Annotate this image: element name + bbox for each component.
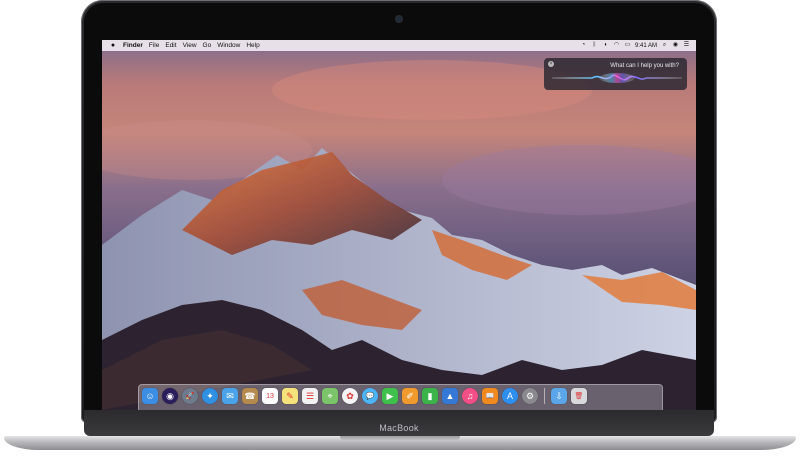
reminders-icon[interactable]: ☰ [302, 388, 318, 404]
notes-icon[interactable]: ✎ [282, 388, 298, 404]
battery-icon[interactable]: ▭ [624, 42, 631, 49]
keynote-icon[interactable]: ▲ [442, 388, 458, 404]
dock-separator [544, 388, 545, 404]
menu-clock[interactable]: 9:41 AM [635, 43, 657, 49]
mail-icon[interactable]: ✉ [222, 388, 238, 404]
mountain-wallpaper [102, 40, 696, 410]
app-store-icon[interactable]: A [502, 388, 518, 404]
menu-edit[interactable]: Edit [165, 42, 176, 49]
menu-app-name[interactable]: Finder [123, 42, 143, 49]
siri-icon[interactable]: ◉ [162, 388, 178, 404]
bluetooth-icon[interactable]: ᛒ [591, 42, 598, 49]
calendar-icon[interactable]: 13 [262, 388, 278, 404]
notification-center-icon[interactable]: ☰ [683, 42, 690, 49]
numbers-icon[interactable]: ▮ [422, 388, 438, 404]
menu-window[interactable]: Window [217, 42, 240, 49]
lid-notch [340, 436, 460, 441]
apple-icon[interactable]: ● [109, 42, 117, 49]
battery-charging-icon[interactable]: ◔ [580, 42, 587, 49]
system-preferences-icon[interactable]: ⚙ [522, 388, 538, 404]
maps-icon[interactable]: ⌖ [322, 388, 338, 404]
siri-waveform-icon [552, 73, 682, 83]
screen: ● Finder File Edit View Go Window Help ◔… [102, 40, 696, 410]
itunes-icon[interactable]: ♫ [462, 388, 478, 404]
menu-help[interactable]: Help [246, 42, 259, 49]
brand-label: MacBook [379, 423, 419, 433]
menu-file[interactable]: File [149, 42, 159, 49]
downloads-folder-icon[interactable]: ⇩ [551, 388, 567, 404]
menu-go[interactable]: Go [203, 42, 212, 49]
trash-icon[interactable]: 🗑 [571, 388, 587, 404]
pages-icon[interactable]: ✐ [402, 388, 418, 404]
spotlight-search-icon[interactable]: ⌕ [661, 42, 668, 49]
menu-bar: ● Finder File Edit View Go Window Help ◔… [102, 40, 696, 51]
launchpad-icon[interactable]: 🚀 [182, 388, 198, 404]
wifi-icon[interactable]: ◠ [613, 42, 620, 49]
messages-icon[interactable]: 💬 [362, 388, 378, 404]
safari-icon[interactable]: ✦ [202, 388, 218, 404]
dock: ☺ ◉ 🚀 ✦ ✉ ☎ 13 ✎ ☰ ⌖ ✿ 💬 ▶ ✐ ▮ ▲ ♫ 📖 A ⚙ ⇩ 🗑 [138, 384, 663, 410]
finder-icon[interactable]: ☺ [142, 388, 158, 404]
photos-icon[interactable]: ✿ [342, 388, 358, 404]
siri-panel: × What can I help you with? [544, 58, 687, 90]
ibooks-icon[interactable]: 📖 [482, 388, 498, 404]
facetime-icon[interactable]: ▶ [382, 388, 398, 404]
menu-view[interactable]: View [183, 42, 197, 49]
volume-icon[interactable]: ◖ [602, 42, 609, 49]
siri-prompt: What can I help you with? [610, 63, 679, 69]
dock-icons: ☺ ◉ 🚀 ✦ ✉ ☎ 13 ✎ ☰ ⌖ ✿ 💬 ▶ ✐ ▮ ▲ ♫ 📖 A ⚙ ⇩ 🗑 [142, 388, 587, 404]
contacts-icon[interactable]: ☎ [242, 388, 258, 404]
siri-icon[interactable]: ◉ [672, 42, 679, 49]
camera-icon [396, 16, 402, 22]
